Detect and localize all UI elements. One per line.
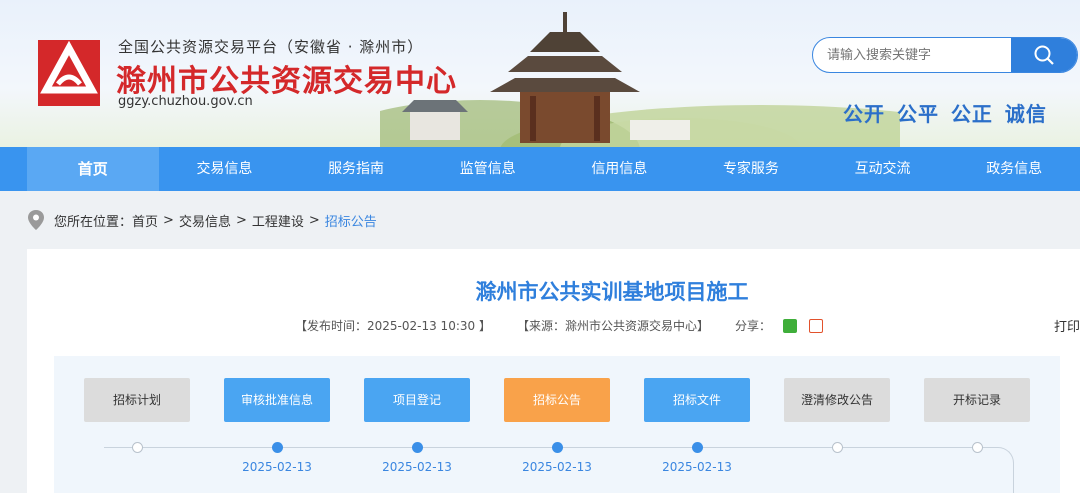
nav-item-expert[interactable]: 专家服务 xyxy=(685,147,817,191)
nav-item-gov-info[interactable]: 政务信息 xyxy=(948,147,1080,191)
search-input[interactable] xyxy=(813,38,1013,72)
weibo-share-icon[interactable] xyxy=(808,318,823,333)
timeline-line xyxy=(104,447,994,448)
breadcrumb-separator: > xyxy=(308,212,320,228)
article-meta: 【发布时间：2025-02-13 10:30 】 【来源：滁州市公共资源交易中心… xyxy=(295,317,829,334)
timeline-dot xyxy=(552,442,563,453)
pavilion-illustration xyxy=(380,12,900,147)
slogan: 公开 公平 公正 诚信 xyxy=(843,102,1047,126)
nav-item-home[interactable]: 首页 xyxy=(27,147,159,191)
print-button[interactable]: 打印 xyxy=(1054,316,1080,335)
timeline-line-end xyxy=(984,447,1014,493)
timeline-dot xyxy=(132,442,143,453)
site-logo xyxy=(38,40,100,106)
nav-item-supervision[interactable]: 监管信息 xyxy=(422,147,554,191)
step-date: 2025-02-13 xyxy=(242,460,312,474)
wechat-share-icon[interactable] xyxy=(782,318,797,333)
step-project-registration[interactable]: 项目登记 xyxy=(364,378,470,422)
step-bid-announcement[interactable]: 招标公告 xyxy=(504,378,610,422)
timeline-dot xyxy=(832,442,843,453)
nav-item-service-guide[interactable]: 服务指南 xyxy=(290,147,422,191)
main-nav: 首页 交易信息 服务指南 监管信息 信用信息 专家服务 互动交流 政务信息 xyxy=(0,147,1080,191)
timeline-dot xyxy=(972,442,983,453)
timeline-dot xyxy=(412,442,423,453)
breadcrumb-trade-info[interactable]: 交易信息 xyxy=(179,211,231,230)
breadcrumb: 您所在位置： 首页 > 交易信息 > 工程建设 > 招标公告 xyxy=(27,207,377,233)
search-button[interactable] xyxy=(1011,38,1077,72)
search-box xyxy=(812,37,1078,73)
site-header: 全国公共资源交易平台（安徽省 · 滁州市） 滁州市公共资源交易中心 ggzy.c… xyxy=(0,0,1080,147)
article-panel: 滁州市公共实训基地项目施工 【发布时间：2025-02-13 10:30 】 【… xyxy=(27,249,1080,493)
nav-item-trade-info[interactable]: 交易信息 xyxy=(159,147,291,191)
platform-name: 全国公共资源交易平台（安徽省 · 滁州市） xyxy=(118,38,424,56)
publish-time: 【发布时间：2025-02-13 10:30 】 xyxy=(295,319,491,333)
step-date: 2025-02-13 xyxy=(382,460,452,474)
site-url: ggzy.chuzhou.gov.cn xyxy=(118,94,253,109)
step-opening-record[interactable]: 开标记录 xyxy=(924,378,1030,422)
step-date: 2025-02-13 xyxy=(522,460,592,474)
step-clarification-notice[interactable]: 澄清修改公告 xyxy=(784,378,890,422)
breadcrumb-prefix: 您所在位置： xyxy=(54,214,133,230)
step-bid-documents[interactable]: 招标文件 xyxy=(644,378,750,422)
timeline-dot xyxy=(692,442,703,453)
breadcrumb-separator: > xyxy=(235,212,247,228)
nav-item-interaction[interactable]: 互动交流 xyxy=(817,147,949,191)
breadcrumb-engineering[interactable]: 工程建设 xyxy=(252,211,304,230)
breadcrumb-current[interactable]: 招标公告 xyxy=(325,211,377,230)
step-approval-info[interactable]: 审核批准信息 xyxy=(224,378,330,422)
breadcrumb-separator: > xyxy=(163,212,174,228)
timeline-dot xyxy=(272,442,283,453)
nav-item-credit[interactable]: 信用信息 xyxy=(554,147,686,191)
article-title: 滁州市公共实训基地项目施工 xyxy=(475,280,749,304)
location-pin-icon xyxy=(28,210,44,230)
share-label: 分享： xyxy=(734,319,771,333)
process-flow: 招标计划 审核批准信息 项目登记 招标公告 招标文件 澄清修改公告 开标记录 2… xyxy=(54,356,1060,493)
step-bid-plan[interactable]: 招标计划 xyxy=(84,378,190,422)
search-icon xyxy=(1034,45,1054,65)
breadcrumb-home[interactable]: 首页 xyxy=(132,211,158,230)
step-date: 2025-02-13 xyxy=(662,460,732,474)
article-source: 【来源：滁州市公共资源交易中心】 xyxy=(516,319,709,333)
